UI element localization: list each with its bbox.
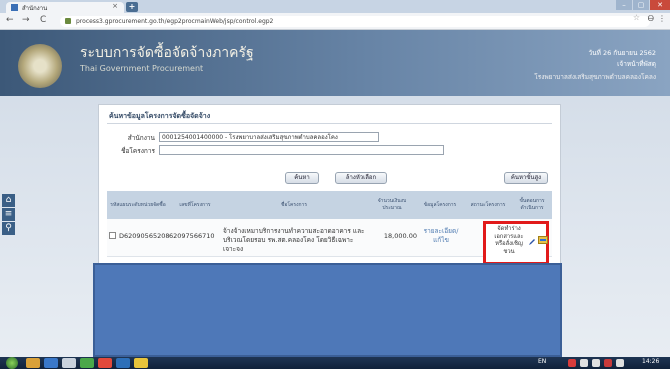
menu-icon[interactable]: ≡ xyxy=(2,208,15,221)
search-icon[interactable]: ⚲ xyxy=(2,222,15,235)
agency-label: สำนักงาน xyxy=(127,134,155,142)
document-icon[interactable] xyxy=(538,236,548,244)
taskbar-app-icon[interactable] xyxy=(26,358,40,368)
col-header-step: ขั้นตอนการดำเนินการ xyxy=(519,198,545,211)
header-date: วันที่ 26 กันยายน 2562 xyxy=(588,49,656,57)
address-bar-row: ← → C process3.gprocurement.go.th/egp2pr… xyxy=(0,13,670,30)
cell-project-name: จ้างจ้างเหมาบริการงานทำความสะอาดอาคาร แล… xyxy=(223,227,365,253)
emblem-logo xyxy=(18,44,62,88)
tray-icon[interactable] xyxy=(580,359,588,367)
profile-icon[interactable]: Ꮎ xyxy=(648,14,654,24)
results-table-header: รหัสแผนระดับหน่วยจัดซื้อ เลขที่โครงการ ช… xyxy=(107,191,552,219)
taskbar-app-icon[interactable] xyxy=(62,358,76,368)
cell-project-no: 62097566710 xyxy=(169,232,215,240)
volume-icon[interactable] xyxy=(616,359,624,367)
cell-status: จัดทำร่างเอกสารและหรือสั่งเชิญชวน xyxy=(494,226,524,255)
col-header-project-no: เลขที่โครงการ xyxy=(179,201,211,208)
tray-icon[interactable] xyxy=(604,359,612,367)
reload-icon[interactable]: C xyxy=(40,15,46,25)
lock-icon xyxy=(65,18,71,24)
cell-plan-id: D62090565208 xyxy=(119,232,170,240)
tab-close-icon[interactable]: × xyxy=(112,2,118,10)
window-minimize-button[interactable]: – xyxy=(616,0,632,10)
cell-budget: 18,000.00 xyxy=(383,232,417,240)
start-button-icon[interactable] xyxy=(6,357,18,369)
window-maximize-button[interactable]: ▢ xyxy=(633,0,649,10)
clear-button[interactable]: ล้างหัวเลือก xyxy=(335,172,387,184)
url-text: process3.gprocurement.go.th/egp2procmain… xyxy=(76,18,274,25)
edit-pencil-icon[interactable] xyxy=(528,238,536,246)
side-toolbar: ⌂ ≡ ⚲ xyxy=(2,194,15,236)
header-organization: โรงพยาบาลส่งเสริมสุขภาพตำบลคลองโคลง xyxy=(534,73,656,81)
browser-menu-icon[interactable]: ⋮ xyxy=(658,14,666,23)
taskbar-app-icon[interactable] xyxy=(116,358,130,368)
project-name-input[interactable] xyxy=(159,145,444,155)
taskbar-app-icon[interactable] xyxy=(80,358,94,368)
cell-info-link[interactable]: รายละเอียด/แก้ไข xyxy=(421,227,461,245)
forward-icon[interactable]: → xyxy=(22,15,30,25)
bookmark-star-icon[interactable]: ☆ xyxy=(633,13,640,22)
taskbar-app-icon[interactable] xyxy=(134,358,148,368)
favicon-icon xyxy=(11,4,18,11)
web-page: ระบบการจัดซื้อจัดจ้างภาครัฐ Thai Governm… xyxy=(0,30,670,357)
site-title: ระบบการจัดซื้อจัดจ้างภาครัฐ xyxy=(80,45,254,61)
advanced-search-button[interactable]: ค้นหาขั้นสูง xyxy=(504,172,548,184)
taskbar-app-icon[interactable] xyxy=(98,358,112,368)
col-header-plan-id: รหัสแผนระดับหน่วยจัดซื้อ xyxy=(110,201,166,208)
os-taskbar: EN 14:26 xyxy=(0,357,670,369)
browser-titlebar: สำนักงาน × + – ▢ ✕ xyxy=(0,0,670,13)
col-header-budget: จำนวนเงินงบประมาณ xyxy=(377,198,407,211)
project-name-label: ชื่อโครงการ xyxy=(121,147,155,155)
blue-overlay-block xyxy=(93,263,562,357)
site-subtitle: Thai Government Procurement xyxy=(80,64,204,73)
browser-tab[interactable]: สำนักงาน × xyxy=(6,2,124,13)
row-checkbox[interactable] xyxy=(109,232,116,239)
col-header-project-name: ชื่อโครงการ xyxy=(280,201,308,208)
agency-select[interactable]: 0001254001400000 - โรงพยาบาลส่งเสริมสุขภ… xyxy=(159,132,379,142)
tab-title: สำนักงาน xyxy=(22,5,48,12)
clock[interactable]: 14:26 xyxy=(642,358,659,365)
language-indicator[interactable]: EN xyxy=(538,358,546,365)
url-field[interactable]: process3.gprocurement.go.th/egp2procmain… xyxy=(60,16,650,27)
header-user-role: เจ้าหน้าที่พัสดุ xyxy=(617,60,656,68)
panel-title: ค้นหาข้อมูลโครงการจัดซื้อจัดจ้าง xyxy=(109,112,211,120)
home-icon[interactable]: ⌂ xyxy=(2,194,15,207)
back-icon[interactable]: ← xyxy=(6,15,14,25)
tray-icon[interactable] xyxy=(568,359,576,367)
search-button[interactable]: ค้นหา xyxy=(285,172,319,184)
taskbar-app-icon[interactable] xyxy=(44,358,58,368)
new-tab-button[interactable]: + xyxy=(126,2,138,12)
tray-icon[interactable] xyxy=(592,359,600,367)
divider xyxy=(107,123,552,124)
window-close-button[interactable]: ✕ xyxy=(650,0,670,10)
site-header: ระบบการจัดซื้อจัดจ้างภาครัฐ Thai Governm… xyxy=(0,30,670,96)
col-header-status: สถานะโครงการ xyxy=(470,201,506,208)
status-highlight-box: จัดทำร่างเอกสารและหรือสั่งเชิญชวน xyxy=(483,221,549,265)
col-header-info: ข้อมูลโครงการ xyxy=(423,201,457,208)
